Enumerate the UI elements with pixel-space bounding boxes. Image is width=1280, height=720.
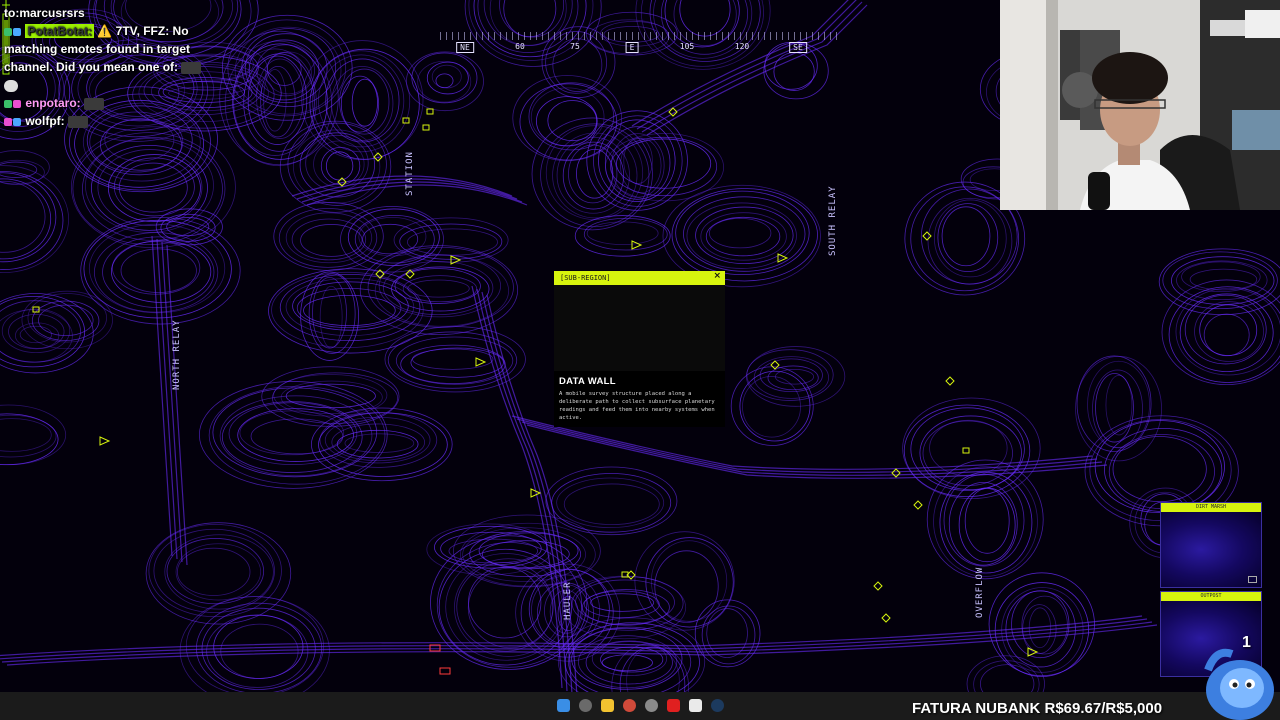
subregion-popup[interactable]: [SUB-REGION] × DATA WALL A mobile survey… [554,271,725,427]
minimap-title: DIRT MARSH [1161,503,1261,512]
chat-badge-icon [4,117,12,126]
folder-icon[interactable] [601,699,614,712]
emote-icon [68,115,89,128]
map-label-overflow: OVERFLOW [975,566,985,618]
chat-line: enpotaro: [4,94,234,112]
chat-badge-icon [4,27,12,36]
minimap-title: OUTPOST [1161,592,1261,601]
youtube-icon[interactable] [667,699,680,712]
chrome-icon[interactable] [623,699,636,712]
poi-marker-icon[interactable] [422,124,430,131]
resource-marker-icon[interactable] [922,231,932,241]
chat-badge-icon [13,117,21,126]
popup-preview-image [554,285,725,371]
popup-header-label: [SUB-REGION] [560,274,611,282]
resource-marker-icon[interactable] [945,376,955,386]
compass-label-60: 60 [515,42,525,51]
poi-marker-icon[interactable] [426,108,434,115]
browser-icon[interactable] [645,699,658,712]
resource-marker-icon[interactable] [873,581,883,591]
nubank-overlay-text: FATURA NUBANK R$69.67/R$5,000 [912,700,1163,717]
chat-message: 7TV, FFZ: No [115,24,189,38]
notion-icon[interactable] [689,699,702,712]
resource-marker-icon[interactable] [891,468,901,478]
close-icon[interactable]: × [713,271,721,281]
compass-label-120: 120 [734,42,750,51]
map-label-hauler: HAULER [563,581,573,620]
emote-icon [181,61,202,74]
webcam-image [1000,0,1280,210]
windows-icon[interactable] [557,699,570,712]
popup-description: A mobile survey structure placed along a… [559,391,715,421]
chat-username: wolfpf: [25,114,65,128]
compass-label-105: 105 [679,42,695,51]
chat-badge-icon [13,99,21,108]
compass-label-ne: NE [456,42,474,53]
popup-title: DATA WALL [559,376,616,387]
badge-count: 1 [1242,634,1251,651]
chat-message: matching emotes found in target [4,42,191,56]
chat-badge-icon [4,99,12,108]
chat-line: matching emotes found in target [4,40,234,58]
chat-line: PotatBotat: ⚠️ 7TV, FFZ: No [4,22,234,40]
chat-line: channel. Did you mean one of: [4,58,234,76]
chat-line: to:marcusrsrs [4,4,234,22]
chat-badge-icon [13,27,21,36]
chat-username: to:marcusrsrs [4,6,85,20]
emote-icon [84,97,105,110]
chat-username: PotatBotat: [25,24,95,38]
warning-icon: ⚠️ [97,24,113,38]
minimap-dirt-marsh[interactable]: DIRT MARSH [1160,502,1262,588]
compass-bar: NE 60 75 E 105 120 SE [440,30,840,56]
minimap-view [1161,512,1261,587]
stream-chat: to:marcusrsrs PotatBotat: ⚠️ 7TV, FFZ: N… [4,4,234,130]
popup-header: [SUB-REGION] × [554,271,725,285]
compass-label-75: 75 [570,42,580,51]
chat-message: channel. Did you mean one of: [4,60,179,74]
map-label-station: STATION [405,151,415,196]
mascot-sticker [1204,648,1274,720]
waypoint-marker-icon[interactable] [475,357,487,367]
expand-icon[interactable] [1248,576,1257,583]
emote-icon [4,79,18,92]
hazard-marker-icon [439,667,451,675]
map-label-south-relay: SOUTH RELAY [828,185,838,256]
webcam-feed [1000,0,1280,210]
chat-username: enpotaro: [25,96,81,110]
compass-label-se: SE [789,42,807,53]
map-label-north-relay: NORTH RELAY [172,319,182,390]
compass-ticks [440,32,840,40]
resource-marker-icon[interactable] [881,613,891,623]
search-icon[interactable] [579,699,592,712]
waypoint-marker-icon[interactable] [99,436,111,446]
steam-icon[interactable] [711,699,724,712]
chat-line: wolfpf: [4,112,234,130]
chat-line [4,76,234,94]
compass-label-e: E [625,42,639,53]
resource-marker-icon[interactable] [913,500,923,510]
poi-marker-icon[interactable] [962,447,970,454]
waypoint-marker-icon[interactable] [631,240,643,250]
